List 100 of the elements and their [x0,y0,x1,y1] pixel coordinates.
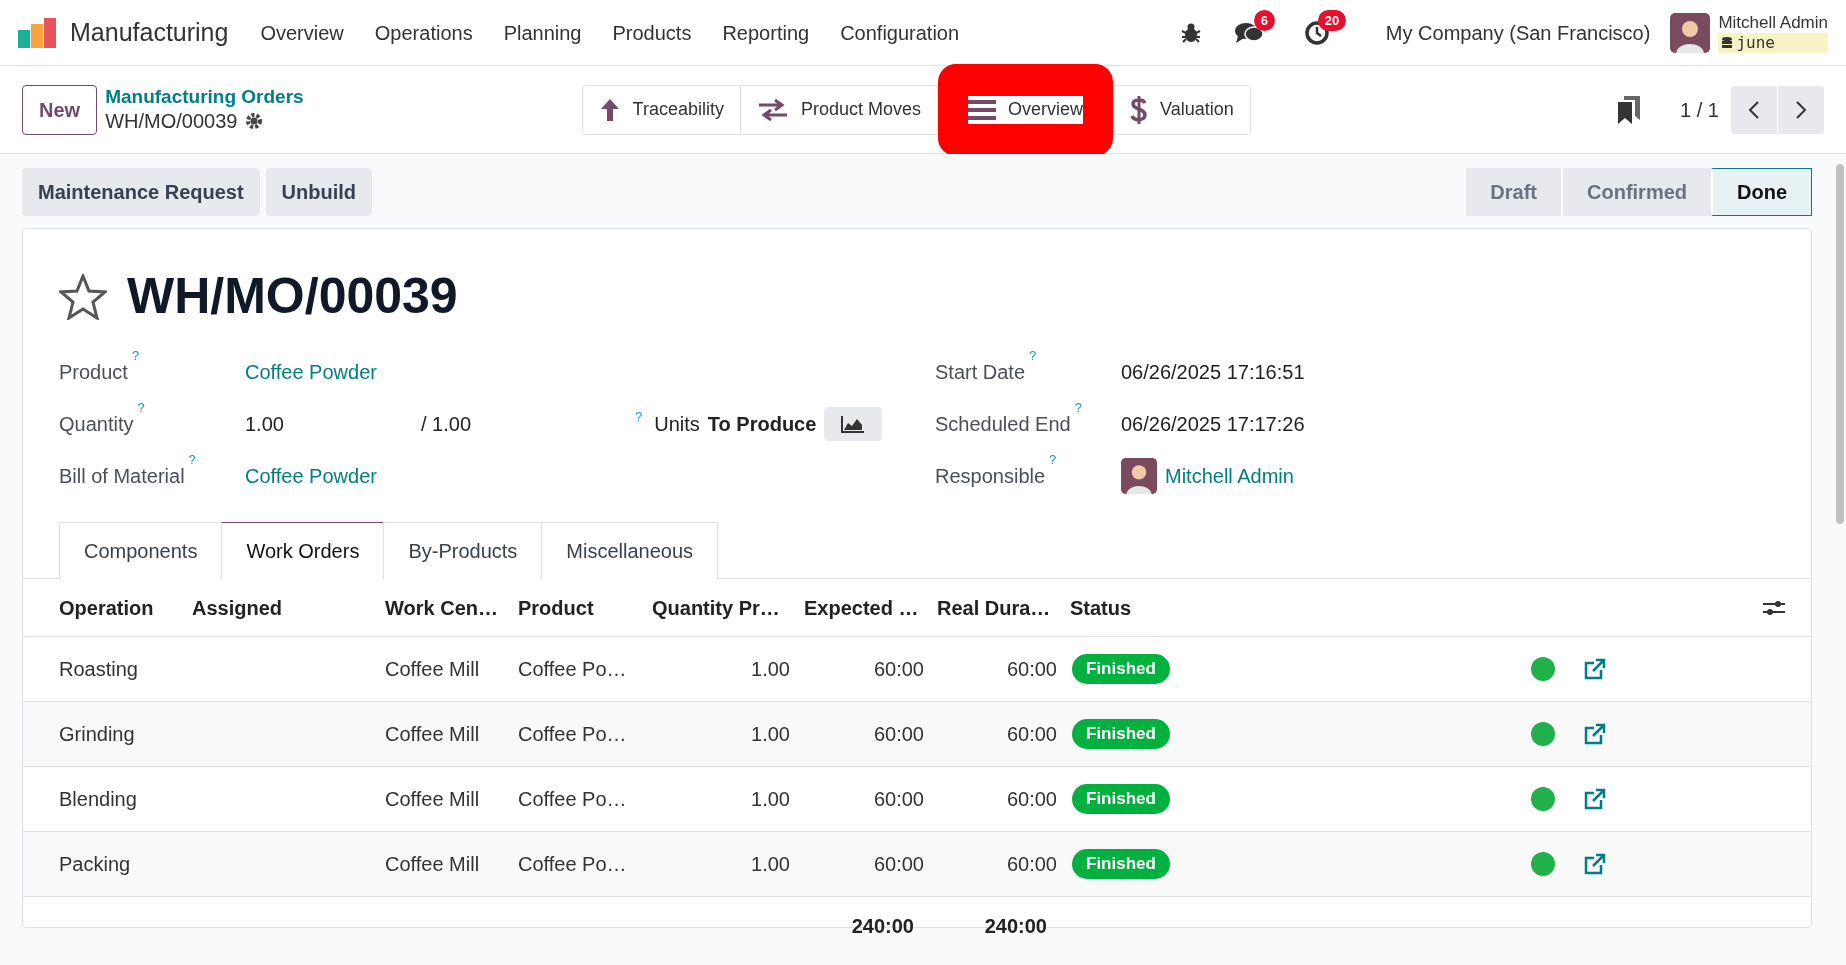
table-cell-text: Coffee Mill [385,722,481,747]
status-stage[interactable]: Draft [1466,168,1561,216]
table-row[interactable]: Grinding Coffee Mill Coffee Po… 1.00 60:00 60:00 Finished [23,702,1811,767]
table-cell-text: 60:00 [1005,787,1057,812]
app-name[interactable]: Manufacturing [70,13,229,52]
table-cell-text: 1.00 [750,787,790,812]
menu-item[interactable]: Products [612,17,692,48]
status-stage[interactable]: Done [1711,168,1812,216]
bug-icon[interactable] [1179,21,1202,44]
table-cell-text: Blending [59,787,138,812]
field-label: Responsible [935,464,1046,489]
previous-button[interactable] [1731,85,1777,134]
smart-button[interactable]: Product Moves [741,85,938,134]
table-row[interactable]: Packing Coffee Mill Coffee Po… 1.00 60:00 60:00 Finished [23,832,1811,897]
table-cell-text: Coffee Po… [518,722,628,747]
smart-button[interactable]: Traceability [582,85,740,134]
unit-label: Units [654,412,700,437]
pager-value[interactable]: 1 / 1 [1680,94,1719,125]
status-dot-icon [1529,656,1556,682]
table-cell-text: Packing [59,852,132,877]
field-label: Bill of Material [59,464,185,489]
table-cell-text: Grinding [59,722,136,747]
tab[interactable]: Work Orders [221,522,385,579]
field-label: To Produce [707,412,817,437]
table-cell-text: 1.00 [750,657,790,682]
table-cell-text: Roasting [59,657,139,682]
column-header[interactable]: Expected … [804,592,937,623]
table-cell-text: 60:00 [1005,852,1057,877]
status-badge: Finished [1072,849,1170,879]
company-switcher[interactable]: My Company (San Francisco) [1385,17,1651,48]
table-cell-text: Coffee Mill [385,852,481,877]
field-value: 06/26/2025 17:16:51 [1121,360,1305,385]
table-cell-text: 1.00 [750,722,790,747]
menu-item[interactable]: Overview [260,17,344,48]
dollar-icon [1130,94,1149,125]
menu-item[interactable]: Configuration [840,17,960,48]
database-badge: june [1718,33,1828,54]
tab[interactable]: By-Products [383,522,543,579]
menu-icon [968,98,997,121]
action-button[interactable]: Unbuild [265,168,373,216]
next-button[interactable] [1778,85,1824,134]
field-label: Quantity [59,412,134,437]
menu-item[interactable]: Planning [503,17,582,48]
column-header[interactable]: Product [518,592,652,623]
table-cell-text: 60:00 [872,657,924,682]
notification-badge: 20 [1317,9,1347,31]
tab[interactable]: Components [59,522,223,579]
status-badge: Finished [1072,719,1170,749]
record-name: WH/MO/00039 [105,108,238,134]
total-value: 240:00 [850,914,914,939]
user-avatar [1670,12,1711,53]
smart-button[interactable]: Valuation [1114,85,1250,134]
table-cell-text: 60:00 [872,787,924,812]
external-link-icon[interactable] [1583,658,1606,680]
column-header[interactable]: Quantity Pr… [652,592,804,623]
new-button[interactable]: New [22,84,98,135]
breadcrumb-link[interactable]: Manufacturing Orders [105,85,304,109]
menu-item[interactable]: Reporting [722,17,810,48]
external-link-icon[interactable] [1583,853,1606,875]
field-value: 1.00 [245,412,285,437]
field-link[interactable]: Coffee Powder [245,357,377,387]
table-cell-text: 60:00 [872,852,924,877]
table-cell-text: Coffee Po… [518,852,628,877]
table-cell-text: 1.00 [750,852,790,877]
status-badge: Finished [1072,784,1170,814]
bookmark-icon[interactable] [1618,95,1641,124]
status-dot-icon [1529,721,1556,747]
column-header[interactable]: Real Dura… [937,592,1070,623]
field-label: Scheduled End [935,412,1071,437]
action-button[interactable]: Maintenance Request [22,168,260,216]
table-cell-text: 60:00 [872,722,924,747]
avatar-icon [1121,458,1157,494]
tab[interactable]: Miscellaneous [541,522,719,579]
status-stage[interactable]: Confirmed [1561,168,1711,216]
field-link[interactable]: Coffee Powder [245,461,377,491]
column-header[interactable]: Status [1070,592,1132,623]
record-title: WH/MO/00039 [127,267,458,326]
app-logo-icon[interactable] [18,17,58,48]
swap-arrows-icon [757,97,789,122]
user-name[interactable]: Mitchell Admin [1718,11,1828,34]
star-icon[interactable] [59,273,107,320]
menu-item[interactable]: Operations [374,17,473,48]
smart-button[interactable]: Overview [968,95,1084,124]
external-link-icon[interactable] [1583,788,1606,810]
column-header[interactable]: Assigned [192,592,385,623]
area-chart-icon [841,415,866,433]
status-dot-icon [1529,851,1556,877]
field-link[interactable]: Mitchell Admin [1165,461,1294,491]
field-value: 06/26/2025 17:17:26 [1121,412,1305,437]
column-header[interactable]: Operation [59,592,192,623]
table-cell-text: 60:00 [1005,722,1057,747]
status-badge: Finished [1072,654,1170,684]
external-link-icon[interactable] [1583,723,1606,745]
field-label: Start Date [935,360,1026,385]
chevron-right-icon [1795,99,1807,120]
sliders-icon[interactable] [1763,598,1785,617]
table-cell-text: 60:00 [1005,657,1057,682]
gear-icon[interactable] [245,112,264,131]
chart-button[interactable] [824,407,883,441]
column-header[interactable]: Work Cen… [385,592,518,623]
